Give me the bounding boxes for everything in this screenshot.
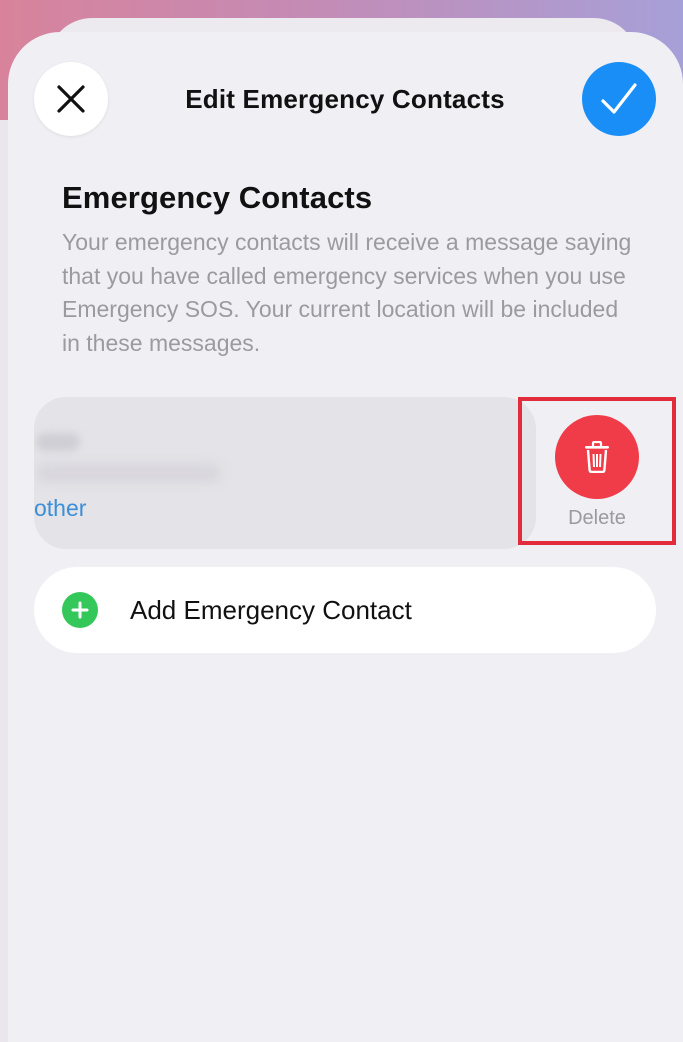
blurred-contact-name [36,433,80,451]
add-contact-label: Add Emergency Contact [130,595,412,625]
plus-circle-icon [62,592,98,628]
close-icon [57,85,85,113]
section-description: Your emergency contacts will receive a m… [62,229,632,356]
emergency-contact-row[interactable]: other [34,397,536,549]
close-button[interactable] [34,62,108,136]
blurred-contact-number [36,463,221,483]
section-title: Emergency Contacts [62,180,373,215]
checkmark-icon [601,83,637,114]
highlight-annotation-box [518,397,676,545]
done-button[interactable] [582,62,656,136]
page-title: Edit Emergency Contacts [185,84,505,114]
add-emergency-contact-button[interactable]: Add Emergency Contact [34,567,656,653]
contact-relationship: other [34,495,87,521]
